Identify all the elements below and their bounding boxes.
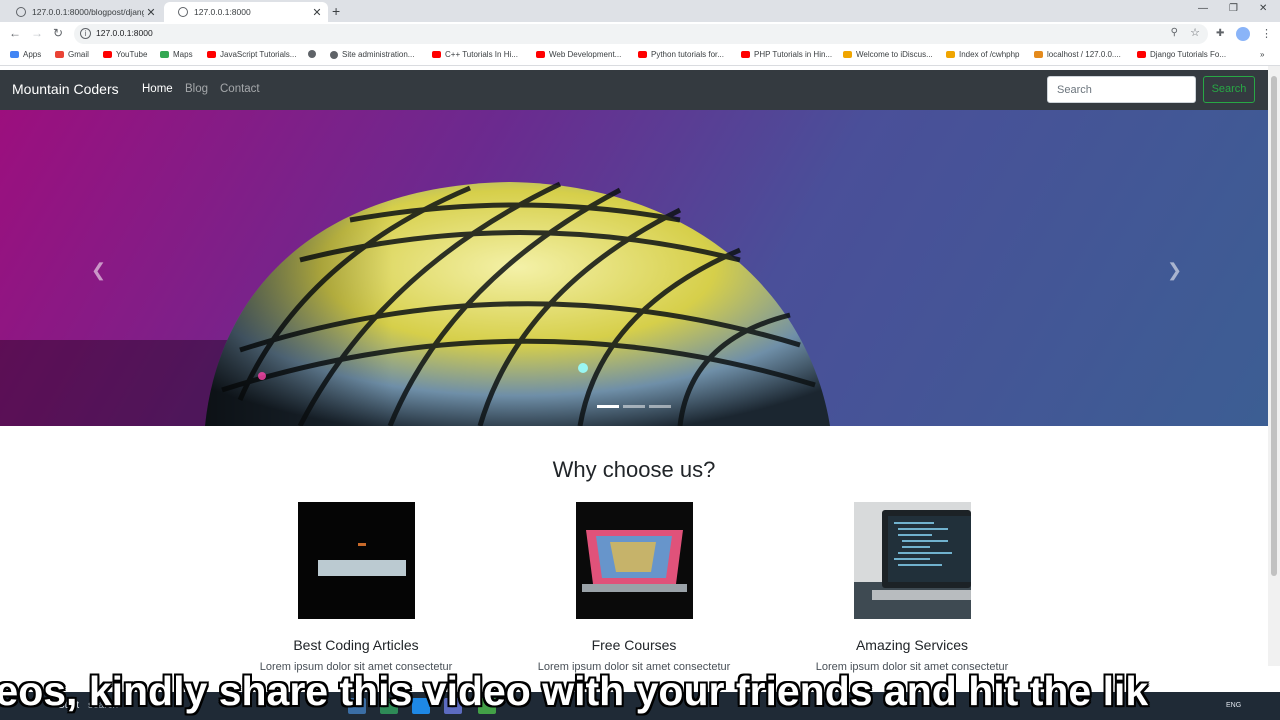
bookmark-globe[interactable] <box>308 50 320 58</box>
browser-tab-strip: 127.0.0.1:8000/blogpost/django- ✕ 127.0.… <box>0 0 1280 22</box>
bookmark-cwhphp[interactable]: Index of /cwhphp <box>946 50 1019 59</box>
tab-title: 127.0.0.1:8000 <box>194 7 251 17</box>
bookmarks-overflow-icon[interactable]: » <box>1260 50 1264 59</box>
bookmark-localhost[interactable]: localhost / 127.0.0.... <box>1034 50 1121 59</box>
browser-toolbar: ← → ↻ i 127.0.0.1:8000 ⚲ ☆ <box>0 22 1280 46</box>
feature-title-courses: Free Courses <box>591 637 677 653</box>
address-bar[interactable]: i 127.0.0.1:8000 ⚲ ☆ <box>74 24 1208 44</box>
zoom-icon[interactable]: ⚲ <box>1171 27 1178 38</box>
menu-dots-icon[interactable]: ⋮ <box>1261 27 1272 40</box>
bookmark-idiscuss[interactable]: Welcome to iDiscus... <box>843 50 933 59</box>
nav-link-home[interactable]: Home <box>142 83 173 95</box>
carousel-indicator-1[interactable] <box>597 405 619 408</box>
youtube-icon <box>536 51 545 58</box>
features-heading: Why choose us? <box>552 457 716 482</box>
site-brand[interactable]: Mountain Coders <box>12 81 119 97</box>
nav-link-blog[interactable]: Blog <box>185 83 208 95</box>
restore-icon[interactable]: ❐ <box>1229 3 1238 14</box>
carousel-indicator-2[interactable] <box>623 405 645 408</box>
youtube-icon <box>1137 51 1146 58</box>
phpmyadmin-icon <box>1034 51 1043 58</box>
browser-tab-home[interactable]: 127.0.0.1:8000 ✕ <box>164 2 328 22</box>
back-icon[interactable]: ← <box>9 26 21 40</box>
youtube-icon <box>741 51 750 58</box>
scrollbar-thumb[interactable] <box>1271 76 1277 576</box>
feature-title-services: Amazing Services <box>855 637 969 653</box>
youtube-icon <box>103 51 112 58</box>
bookmarks-bar: Apps Gmail YouTube Maps JavaScript Tutor… <box>0 46 1280 66</box>
bookmark-cpp[interactable]: C++ Tutorials In Hi... <box>432 50 518 59</box>
feature-title-articles: Best Coding Articles <box>293 637 419 653</box>
bookmark-django[interactable]: Django Tutorials Fo... <box>1137 50 1226 59</box>
bookmark-star-icon[interactable]: ☆ <box>1190 26 1200 39</box>
close-tab-icon[interactable]: ✕ <box>144 6 158 19</box>
browser-tab-blogpost[interactable]: 127.0.0.1:8000/blogpost/django- ✕ <box>2 2 162 22</box>
bookmark-youtube[interactable]: YouTube <box>103 50 147 59</box>
avatar[interactable] <box>1236 27 1250 41</box>
bookmark-php[interactable]: PHP Tutorials in Hin... <box>741 50 832 59</box>
info-icon[interactable]: i <box>80 28 91 39</box>
bookmark-python[interactable]: Python tutorials for... <box>638 50 724 59</box>
youtube-icon <box>207 51 216 58</box>
tab-title: 127.0.0.1:8000/blogpost/django- <box>32 7 144 17</box>
globe-icon <box>178 7 188 17</box>
page-icon <box>843 51 852 58</box>
page-scrollbar[interactable] <box>1268 66 1280 666</box>
youtube-icon <box>432 51 441 58</box>
globe-icon <box>308 50 316 58</box>
feature-image-services <box>854 502 971 619</box>
carousel-next-icon[interactable]: ❯ <box>1167 260 1182 281</box>
feature-image-courses <box>576 502 693 619</box>
bookmark-site-admin[interactable]: Site administration... <box>330 50 414 59</box>
reload-icon[interactable]: ↻ <box>53 26 63 40</box>
forward-icon[interactable]: → <box>31 26 43 40</box>
globe-icon <box>330 50 338 59</box>
new-tab-button[interactable]: + <box>332 3 340 19</box>
youtube-icon <box>638 51 647 58</box>
bookmark-gmail[interactable]: Gmail <box>55 50 89 59</box>
search-input[interactable]: Search <box>1047 76 1196 103</box>
feature-image-articles <box>298 502 415 619</box>
extensions-icon[interactable]: ✚ <box>1216 28 1224 39</box>
globe-icon <box>16 7 26 17</box>
bookmark-apps[interactable]: Apps <box>10 50 41 59</box>
nav-link-contact[interactable]: Contact <box>220 83 260 95</box>
carousel-slide-image <box>0 181 830 426</box>
search-button[interactable]: Search <box>1203 76 1255 103</box>
apps-grid-icon <box>10 51 19 58</box>
bookmark-maps[interactable]: Maps <box>160 50 193 59</box>
bookmark-webdev[interactable]: Web Development... <box>536 50 621 59</box>
carousel-prev-icon[interactable]: ❮ <box>91 260 106 281</box>
hero-carousel: ❮ ❯ <box>0 110 1268 426</box>
maps-icon <box>160 51 169 58</box>
page-icon <box>946 51 955 58</box>
video-subtitle: leos, kindly share this video with your … <box>0 668 1149 714</box>
minimize-icon[interactable]: — <box>1198 3 1208 14</box>
carousel-indicator-3[interactable] <box>649 405 671 408</box>
url-text[interactable]: 127.0.0.1:8000 <box>96 28 153 38</box>
bookmark-javascript[interactable]: JavaScript Tutorials... <box>207 50 296 59</box>
close-window-icon[interactable]: ✕ <box>1259 3 1267 14</box>
close-tab-icon[interactable]: ✕ <box>310 6 324 19</box>
google-icon <box>55 51 64 58</box>
